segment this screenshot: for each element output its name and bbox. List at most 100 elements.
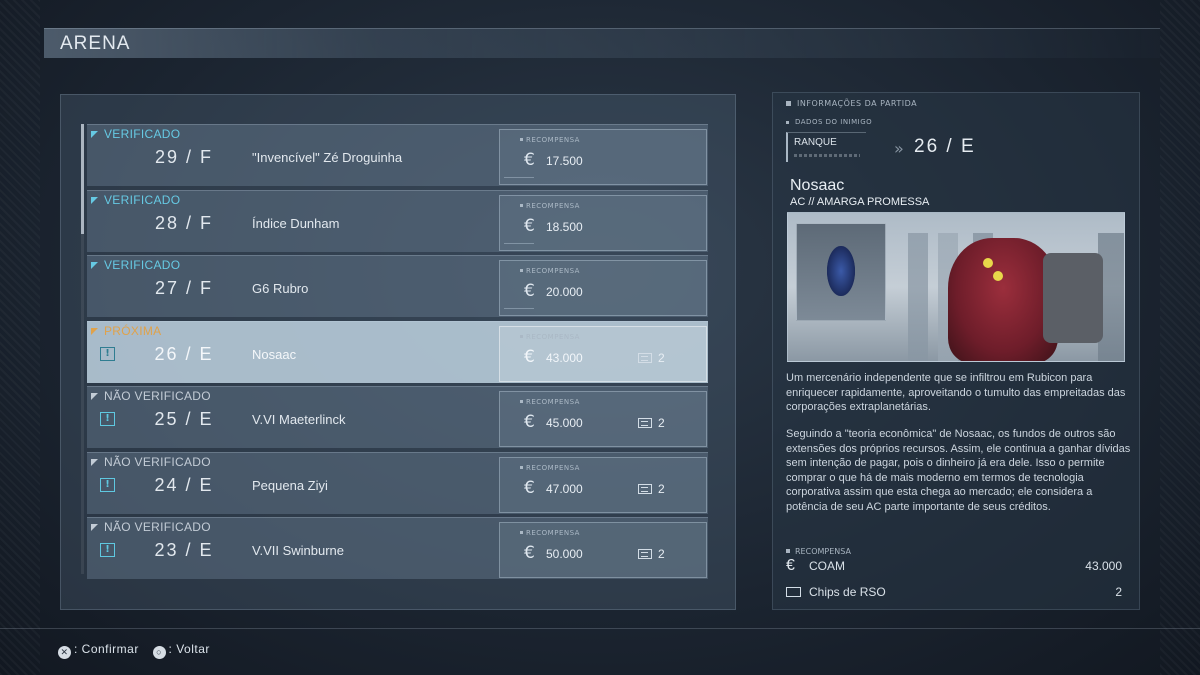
euro-icon: € — [524, 347, 535, 367]
title-bar: ARENA — [44, 28, 1160, 58]
mission-row-23e[interactable]: NÃO VERIFICADO ! 23 / E V.VII Swinburne … — [87, 517, 708, 579]
double-chevron-icon: » — [894, 139, 904, 158]
coam-value: 43.000 — [1085, 559, 1122, 573]
mission-row-24e[interactable]: NÃO VERIFICADO ! 24 / E Pequena Ziyi REC… — [87, 452, 708, 514]
reward-decor-line — [504, 177, 534, 178]
status-badge: NÃO VERIFICADO — [91, 389, 211, 403]
controls-hint: ✕: Confirmar ○: Voltar — [58, 642, 210, 659]
reward-box: RECOMPENSA € 20.000 — [499, 260, 707, 316]
cross-button-icon: ✕ — [58, 646, 71, 659]
mech-light — [983, 258, 993, 268]
status-triangle-icon — [91, 262, 98, 269]
emblem-mech — [827, 246, 855, 296]
mission-row-28f[interactable]: VERIFICADO 28 / F Índice Dunham RECOMPEN… — [87, 190, 708, 252]
chip-count: 2 — [658, 351, 665, 365]
mission-row-27f[interactable]: VERIFICADO 27 / F G6 Rubro RECOMPENSA € … — [87, 255, 708, 317]
chip-icon — [638, 484, 652, 494]
chip-count: 2 — [658, 482, 665, 496]
mission-name: Índice Dunham — [252, 216, 340, 231]
enemy-data-label: DADOS DO INIMIGO — [786, 118, 872, 126]
reward-box: RECOMPENSA € 45.000 2 — [499, 391, 707, 447]
square-bullet-icon — [786, 549, 790, 553]
reward-chips-row: Chips de RSO 2 — [786, 583, 1124, 603]
mech-light — [993, 271, 1003, 281]
reward-amount: 43.000 — [546, 351, 583, 365]
alert-icon: ! — [100, 347, 115, 361]
mission-row-25e[interactable]: NÃO VERIFICADO ! 25 / E V.VI Maeterlinck… — [87, 386, 708, 448]
footer-divider — [0, 628, 1200, 629]
reward-label: RECOMPENSA — [520, 529, 580, 537]
mission-rank: 29 / F — [154, 147, 214, 167]
euro-icon: € — [524, 216, 535, 236]
euro-icon: € — [524, 478, 535, 498]
reward-label: RECOMPENSA — [520, 136, 580, 144]
reward-coam-row: € COAM 43.000 — [786, 557, 1124, 577]
reward-box: RECOMPENSA € 47.000 2 — [499, 457, 707, 513]
reward-label: RECOMPENSA — [520, 267, 580, 275]
mission-row-26e[interactable]: PRÓXIMA ! 26 / E Nosaac RECOMPENSA € 43.… — [87, 321, 708, 383]
mission-rank: 24 / E — [154, 475, 214, 495]
alert-icon: ! — [100, 478, 115, 492]
enemy-name: Nosaac — [790, 177, 845, 194]
chips-label: Chips de RSO — [809, 585, 886, 599]
enemy-portrait — [787, 212, 1125, 362]
rank-value: 26 / E — [914, 136, 976, 157]
scrollbar-thumb[interactable] — [81, 124, 84, 234]
enemy-description-2: Seguindo a "teoria econômica" de Nosaac,… — [786, 428, 1131, 513]
square-bullet-icon — [786, 101, 791, 106]
chips-value: 2 — [1115, 585, 1122, 599]
reward-amount: 18.500 — [546, 220, 583, 234]
confirm-control[interactable]: ✕: Confirmar — [58, 642, 139, 659]
reward-amount: 17.500 — [546, 154, 583, 168]
enemy-description-1: Um mercenário independente que se infilt… — [786, 372, 1126, 413]
mission-rank: 27 / F — [154, 278, 214, 298]
reward-decor-line — [504, 243, 534, 244]
euro-icon: € — [524, 543, 535, 563]
enemy-ac-name: AC // AMARGA PROMESSA — [790, 196, 930, 208]
mech-body — [948, 238, 1058, 361]
rank-label: RANQUE — [794, 137, 837, 148]
square-bullet-icon — [786, 121, 789, 124]
reward-box: RECOMPENSA € 18.500 — [499, 195, 707, 251]
status-triangle-icon — [91, 328, 98, 335]
mission-rank: 25 / E — [154, 409, 214, 429]
chip-count: 2 — [658, 547, 665, 561]
section-title: INFORMAÇÕES DA PARTIDA — [786, 99, 917, 108]
mission-name: V.VI Maeterlinck — [252, 412, 346, 427]
mission-name: Nosaac — [252, 347, 297, 362]
status-badge: NÃO VERIFICADO — [91, 520, 211, 534]
euro-icon: € — [524, 150, 535, 170]
back-control[interactable]: ○: Voltar — [152, 642, 210, 659]
status-triangle-icon — [91, 524, 98, 531]
rank-box: RANQUE — [786, 132, 866, 162]
status-badge: VERIFICADO — [91, 127, 180, 141]
side-band-right — [1160, 0, 1200, 675]
circle-button-icon: ○ — [152, 646, 166, 659]
mission-row-29f[interactable]: VERIFICADO 29 / F "Invencível" Zé Drogui… — [87, 124, 708, 186]
reward-amount: 45.000 — [546, 416, 583, 430]
status-badge: PRÓXIMA — [91, 324, 161, 338]
status-triangle-icon — [91, 459, 98, 466]
reward-label: RECOMPENSA — [520, 333, 580, 341]
side-band-left — [0, 0, 40, 675]
status-badge: NÃO VERIFICADO — [91, 455, 211, 469]
mission-rank: 26 / E — [154, 344, 214, 364]
chip-icon — [638, 418, 652, 428]
reward-amount: 50.000 — [546, 547, 583, 561]
mech-arm — [1043, 253, 1103, 343]
reward-footer-label: RECOMPENSA — [786, 547, 851, 556]
reward-box: RECOMPENSA € 50.000 2 — [499, 522, 707, 578]
emblem-thumbnail — [796, 223, 886, 321]
reward-label: RECOMPENSA — [520, 398, 580, 406]
reward-box: RECOMPENSA € 17.500 — [499, 129, 707, 185]
chip-count: 2 — [658, 416, 665, 430]
mission-name: G6 Rubro — [252, 281, 309, 296]
reward-amount: 20.000 — [546, 285, 583, 299]
euro-icon: € — [786, 557, 795, 574]
reward-decor-line — [504, 308, 534, 309]
mission-rank: 23 / E — [154, 540, 214, 560]
status-badge: VERIFICADO — [91, 193, 180, 207]
status-triangle-icon — [91, 131, 98, 138]
status-triangle-icon — [91, 393, 98, 400]
chip-icon — [638, 353, 652, 363]
